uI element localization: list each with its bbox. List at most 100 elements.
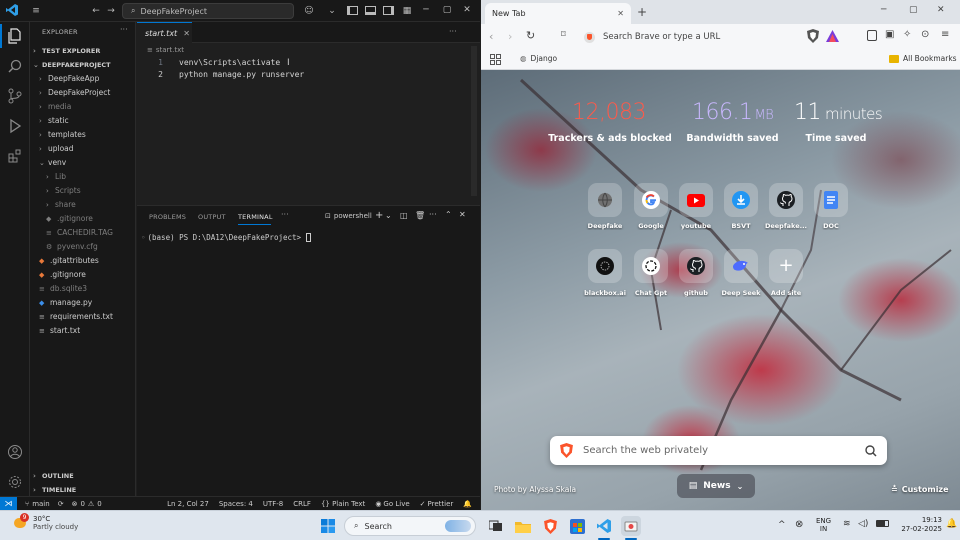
terminal-output[interactable]: ◦ (base) PS D:\DA12\DeepFakeProject> (141, 233, 311, 242)
toggle-panel-icon[interactable] (365, 6, 376, 15)
tree-folder-upload[interactable]: › upload (39, 142, 74, 155)
notifications-bell-icon[interactable]: 🔔 (463, 500, 472, 508)
tree-folder-deepfakeapp[interactable]: › DeepFakeApp (39, 72, 99, 85)
editor-area[interactable]: start.txt ✕ ··· ≡ start.txt 1 venv\Scrip… (137, 22, 480, 205)
close-panel-icon[interactable]: ✕ (459, 210, 466, 219)
volume-icon[interactable]: ◁) (858, 519, 868, 529)
tab-new-tab[interactable]: New Tab ✕ (485, 3, 631, 24)
language-mode[interactable]: {} Plain Text (321, 500, 365, 508)
account-icon[interactable] (5, 442, 25, 462)
tree-file-manage-py[interactable]: ◆ manage.py (39, 296, 92, 309)
tree-folder-scripts[interactable]: › Scripts (46, 184, 81, 197)
battery-icon[interactable] (876, 520, 889, 527)
source-control-icon[interactable] (5, 86, 25, 106)
forward-icon[interactable]: › (508, 30, 512, 43)
maximize-icon[interactable]: ▢ (909, 5, 918, 15)
toggle-secondary-sidebar-icon[interactable] (383, 6, 394, 15)
layout-icon[interactable]: ▦ (401, 5, 413, 17)
copilot-icon[interactable]: ☺ (302, 5, 316, 17)
tree-folder-share[interactable]: › share (46, 198, 76, 211)
tree-folder-templates[interactable]: › templates (39, 128, 86, 141)
settings-gear-icon[interactable] (5, 472, 25, 492)
more-actions-icon[interactable]: ··· (429, 210, 437, 219)
all-bookmarks-button[interactable]: All Bookmarks (889, 54, 957, 63)
tile-add-site[interactable]: + (769, 249, 803, 283)
go-live-button[interactable]: ◉ Go Live (375, 500, 409, 508)
task-view-icon[interactable] (486, 516, 506, 536)
trash-icon[interactable]: 🗑 (415, 211, 425, 220)
customize-button[interactable]: ≛ Customize (891, 485, 949, 494)
tab-start-txt[interactable]: start.txt ✕ (137, 22, 192, 43)
brave-taskbar-icon[interactable] (540, 516, 560, 536)
run-debug-icon[interactable] (5, 116, 25, 136)
menu-icon[interactable]: ≡ (30, 5, 42, 17)
main-menu-icon[interactable]: ≡ (941, 29, 949, 40)
branch-indicator[interactable]: ⑂ main (25, 500, 50, 508)
back-icon[interactable]: ‹ (489, 30, 493, 43)
cursor-position[interactable]: Ln 2, Col 27 (167, 500, 209, 508)
clock[interactable]: 19:13 27-02-2025 (898, 516, 942, 534)
minimize-icon[interactable]: ─ (420, 4, 432, 16)
explorer-icon[interactable] (5, 26, 25, 46)
tile-doc[interactable] (814, 183, 848, 217)
code-line[interactable]: 2 python manage.py runserver (137, 70, 304, 82)
tab-terminal[interactable]: TERMINAL (238, 213, 273, 221)
wifi-icon[interactable]: ≋ (843, 519, 851, 529)
new-tab-icon[interactable]: + (637, 5, 647, 19)
taskbar-search[interactable]: ⌕ Search (344, 516, 476, 536)
tile-bsvt[interactable] (724, 183, 758, 217)
tree-file-pyvenv[interactable]: ⚙ pyvenv.cfg (46, 240, 98, 253)
close-icon[interactable]: ✕ (937, 5, 945, 15)
outline-section[interactable]: › OUTLINE (33, 469, 74, 482)
maximize-icon[interactable]: ▢ (441, 4, 453, 16)
remote-icon[interactable]: ⋊ (0, 496, 17, 510)
tile-deepseek[interactable] (724, 249, 758, 283)
indentation[interactable]: Spaces: 4 (219, 500, 253, 508)
notification-center-icon[interactable]: 🔔 (946, 519, 957, 529)
test-explorer-section[interactable]: › TEST EXPLORER (33, 44, 100, 57)
tree-file-start-txt[interactable]: ≡ start.txt (39, 324, 80, 337)
line-ending[interactable]: CRLF (293, 500, 311, 508)
editor-scrollbar[interactable] (471, 46, 477, 196)
tab-problems[interactable]: PROBLEMS (149, 213, 186, 221)
tree-folder-media[interactable]: › media (39, 100, 71, 113)
snipping-tool-icon[interactable] (621, 516, 641, 536)
minimize-icon[interactable]: ─ (881, 5, 886, 15)
sync-icon[interactable]: ⟳ (58, 500, 64, 508)
bookmark-icon[interactable]: ⌑ (561, 30, 566, 40)
maximize-panel-icon[interactable]: ⌃ (445, 210, 452, 219)
tile-youtube[interactable] (679, 183, 713, 217)
new-terminal-icon[interactable]: + (375, 210, 383, 221)
apps-grid-icon[interactable] (490, 54, 501, 65)
tree-file-dbsqlite[interactable]: ≡ db.sqlite3 (39, 282, 87, 295)
breadcrumb[interactable]: ≡ start.txt (147, 46, 184, 54)
photo-credit[interactable]: Photo by Alyssa Skala (494, 485, 576, 494)
extensions-icon[interactable] (5, 146, 25, 166)
address-bar[interactable]: Search Brave or type a URL (584, 28, 844, 46)
chevron-down-icon[interactable]: ⌄ (327, 5, 337, 17)
close-tab-icon[interactable]: ✕ (617, 9, 624, 18)
tree-file-gitignore[interactable]: ◆ .gitignore (39, 268, 86, 281)
chevron-up-icon[interactable]: ^ (778, 520, 786, 530)
close-tab-icon[interactable]: ✕ (183, 29, 190, 38)
news-button[interactable]: ▤ News ⌄ (677, 474, 755, 498)
tree-folder-static[interactable]: › static (39, 114, 69, 127)
vscode-taskbar-icon[interactable] (594, 516, 614, 536)
tile-deepfake-github[interactable] (769, 183, 803, 217)
timeline-section[interactable]: › TIMELINE (33, 483, 76, 496)
terminal-shell-selector[interactable]: ⊡ powershell (325, 212, 372, 220)
split-terminal-icon[interactable]: ◫ (400, 211, 408, 220)
reload-icon[interactable]: ↻ (526, 29, 535, 42)
language-indicator[interactable]: ENG IN (816, 517, 831, 534)
tree-file-cachedir[interactable]: ≡ CACHEDIR.TAG (46, 226, 113, 239)
brave-rewards-icon[interactable] (826, 30, 839, 42)
brave-shields-icon[interactable] (807, 29, 819, 43)
more-actions-icon[interactable]: ··· (449, 27, 457, 36)
tile-google[interactable] (634, 183, 668, 217)
bookmark-django[interactable]: ◍ Django (520, 54, 557, 63)
project-section[interactable]: ⌄ DEEPFAKEPROJECT (33, 58, 111, 71)
tab-output[interactable]: OUTPUT (198, 213, 226, 221)
tray-app-icon[interactable]: ⊗ (795, 519, 803, 530)
prettier-button[interactable]: ✓ Prettier (420, 500, 454, 508)
close-icon[interactable]: ✕ (461, 4, 473, 16)
